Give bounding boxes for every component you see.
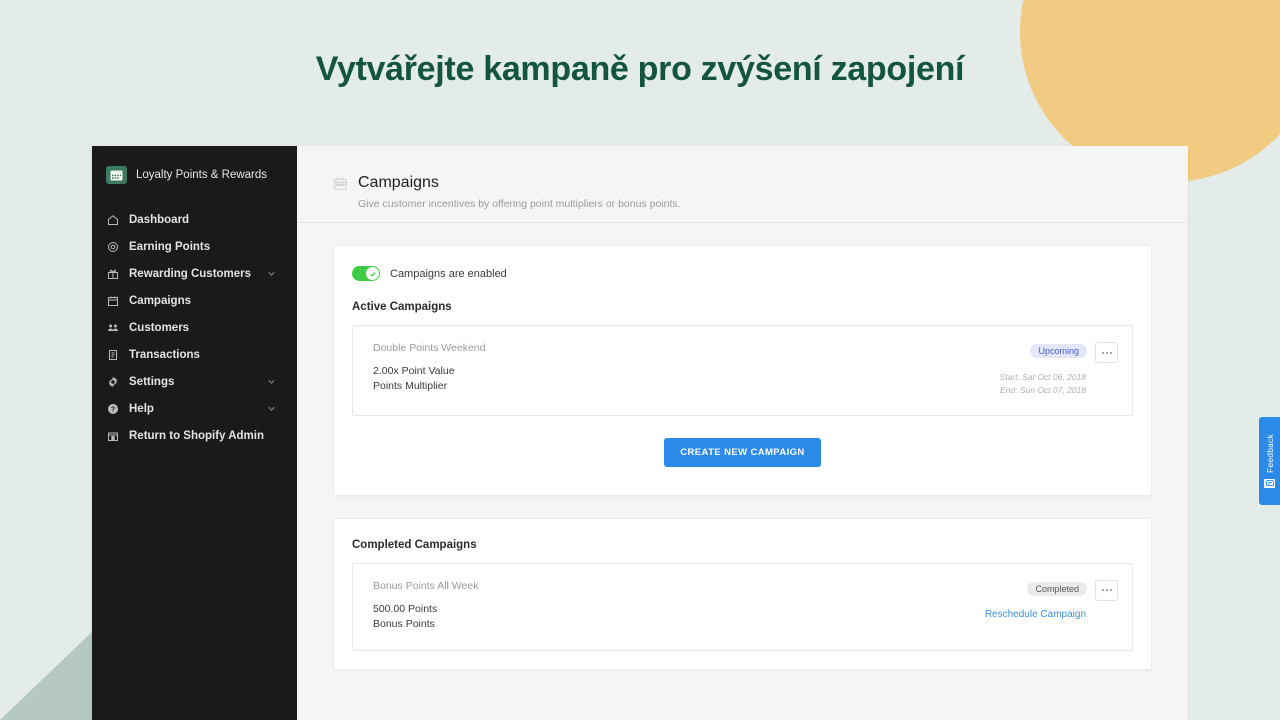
help-icon: ? (106, 402, 119, 415)
status-badge: Upcoming (1030, 344, 1087, 358)
campaign-name: Double Points Weekend (373, 342, 486, 354)
brand[interactable]: Loyalty Points & Rewards (92, 158, 297, 192)
sidebar-item-label: Help (129, 402, 154, 415)
page-subtitle: Give customer incentives by offering poi… (358, 198, 681, 210)
create-new-campaign-button[interactable]: CREATE NEW CAMPAIGN (664, 437, 821, 467)
page-title: Campaigns (358, 174, 439, 191)
people-icon (106, 321, 119, 334)
sidebar-item-label: Dashboard (129, 213, 190, 226)
app-window: Loyalty Points & Rewards Dashboard Earni… (92, 146, 1188, 720)
store-icon (106, 429, 119, 442)
sidebar-item-campaigns[interactable]: Campaigns (92, 287, 297, 314)
decorative-triangle (0, 628, 96, 720)
campaign-details: Double Points Weekend 2.00x Point Value … (373, 342, 485, 397)
chevron-down-icon[interactable] (266, 376, 277, 387)
home-icon (106, 213, 119, 226)
page-title-row: Campaigns (333, 174, 1152, 192)
sidebar-item-return-to-shopify-admin[interactable]: Return to Shopify Admin (92, 422, 297, 449)
sidebar-item-label: Campaigns (129, 294, 191, 307)
main-header: Campaigns Give customer incentives by of… (297, 146, 1188, 223)
sidebar-item-customers[interactable]: Customers (92, 314, 297, 341)
completed-campaigns-panel: Completed Campaigns Bonus Points All Wee… (333, 517, 1152, 670)
campaign-status-row: Completed (1027, 579, 1118, 601)
cta-wrapper: CREATE NEW CAMPAIGN (352, 416, 1133, 477)
sidebar-item-label: Earning Points (129, 240, 211, 253)
campaign-value: 500.00 Points (373, 602, 438, 615)
sidebar-item-rewarding-customers[interactable]: Rewarding Customers (92, 260, 297, 287)
campaign-name: Bonus Points All Week (373, 579, 479, 592)
gear-icon (106, 375, 119, 388)
toggle-label: Campaigns are enabled (390, 267, 507, 280)
completed-campaigns-title: Completed Campaigns (352, 538, 477, 551)
campaign-details: Bonus Points All Week 500.00 Points Bonu… (373, 580, 478, 632)
sidebar-item-label: Rewarding Customers (129, 267, 252, 280)
kebab-menu-icon[interactable] (1095, 342, 1118, 363)
sidebar-item-earning-points[interactable]: Earning Points (92, 233, 297, 260)
campaign-type: Bonus Points (373, 617, 435, 630)
sidebar-item-transactions[interactable]: Transactions (92, 341, 297, 368)
feedback-label: Feedback (1264, 434, 1275, 473)
campaigns-toggle-row[interactable]: Campaigns are enabled (352, 266, 1133, 281)
brand-name: Loyalty Points & Rewards (136, 169, 268, 181)
gift-icon (106, 267, 119, 280)
campaign-meta: Completed Reschedule Campaign (985, 579, 1118, 632)
campaign-card-completed[interactable]: Bonus Points All Week 500.00 Points Bonu… (352, 562, 1133, 651)
active-campaigns-inner: Campaigns are enabled Active Campaigns D… (334, 246, 1151, 495)
sidebar-item-label: Return to Shopify Admin (129, 429, 265, 442)
feedback-tab[interactable]: Feedback (1259, 417, 1280, 505)
svg-text:?: ? (110, 406, 114, 413)
sidebar-item-settings[interactable]: Settings (92, 368, 297, 395)
page-headline: Vytvářejte kampaně pro zvýšení zapojení (315, 50, 965, 88)
campaign-value: 2.00x Point Value (373, 365, 455, 377)
sidebar-item-label: Settings (129, 375, 175, 388)
kebab-menu-icon[interactable] (1095, 579, 1118, 601)
sidebar: Loyalty Points & Rewards Dashboard Earni… (92, 146, 297, 720)
campaign-end-date: End: Sun Oct 07, 2018 (999, 384, 1086, 395)
campaign-dates: Start: Sat Oct 06, 2018 End: Sun Oct 07,… (1000, 371, 1118, 397)
page-root: Vytvářejte kampaně pro zvýšení zapojení (0, 0, 1280, 720)
chevron-down-icon[interactable] (266, 403, 277, 414)
campaigns-enabled-toggle[interactable] (352, 266, 380, 281)
calendar-logo-icon (106, 166, 127, 184)
campaign-start-date: Start: Sat Oct 06, 2018 (999, 372, 1086, 382)
sidebar-item-label: Customers (129, 321, 190, 334)
chevron-down-icon[interactable] (266, 268, 277, 279)
active-campaigns-title: Active Campaigns (352, 301, 452, 313)
toggle-knob (366, 267, 379, 280)
campaign-status-row: Upcoming (1030, 342, 1118, 363)
campaign-card-active[interactable]: Double Points Weekend 2.00x Point Value … (352, 325, 1133, 416)
feedback-icon (1264, 478, 1275, 488)
campaign-type: Points Multiplier (373, 380, 448, 393)
receipt-icon (106, 348, 119, 361)
calendar-icon (334, 177, 347, 190)
completed-campaigns-inner: Completed Campaigns Bonus Points All Wee… (334, 519, 1151, 669)
sidebar-item-dashboard[interactable]: Dashboard (92, 206, 297, 233)
status-badge: Completed (1027, 581, 1087, 596)
campaign-meta: Upcoming Start: Sat Oct 06, 2018 End: Su… (1000, 342, 1118, 397)
reschedule-campaign-link[interactable]: Reschedule Campaign (985, 609, 1118, 620)
target-icon (106, 240, 119, 253)
main-content: Campaigns Give customer incentives by of… (297, 146, 1188, 720)
calendar-icon (106, 294, 119, 307)
sidebar-item-label: Transactions (129, 348, 200, 361)
active-campaigns-panel: Campaigns are enabled Active Campaigns D… (333, 245, 1152, 496)
sidebar-item-help[interactable]: ? Help (92, 395, 297, 422)
